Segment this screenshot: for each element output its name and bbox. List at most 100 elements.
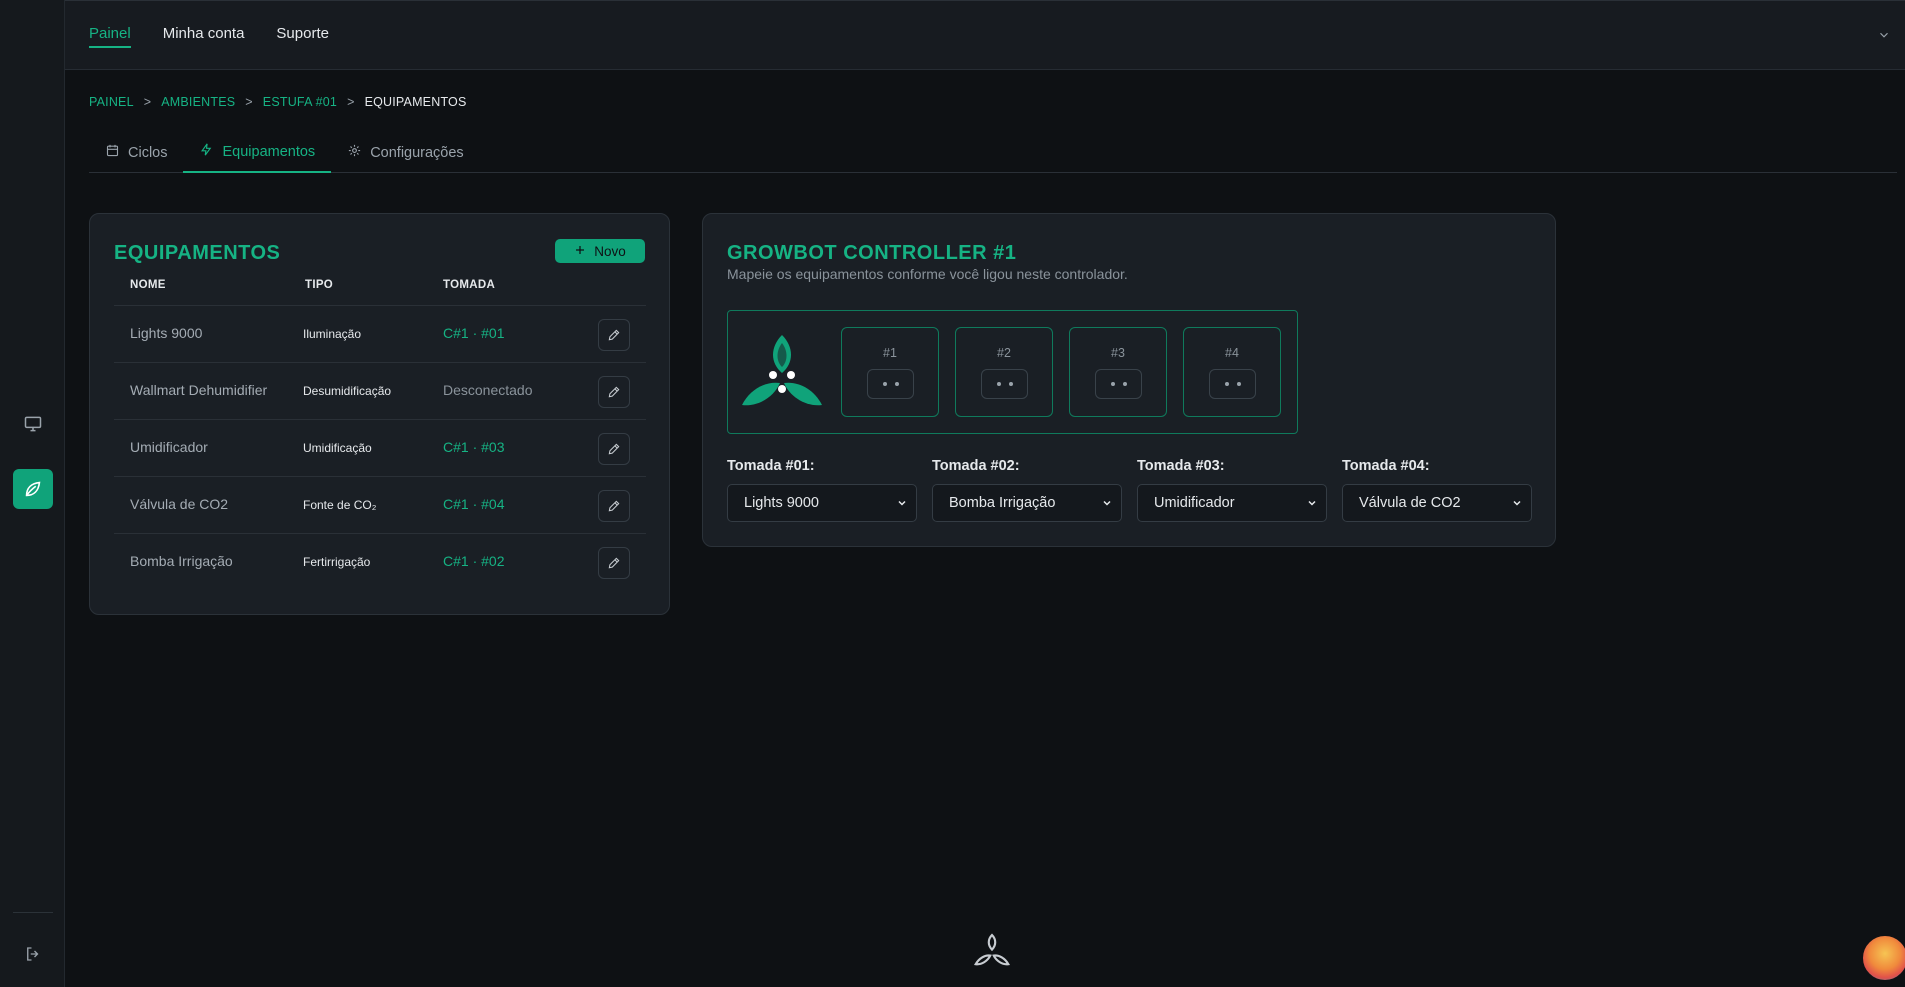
table-row[interactable]: Lights 9000 Iluminação C#1 · #01 bbox=[114, 305, 646, 362]
breadcrumb-current: EQUIPAMENTOS bbox=[364, 95, 467, 109]
table-row[interactable]: Válvula de CO2 Fonte de CO₂ C#1 · #04 bbox=[114, 476, 646, 533]
row-type: Umidificação bbox=[303, 441, 372, 455]
row-type: Desumidificação bbox=[303, 384, 392, 398]
chevron-down-icon[interactable] bbox=[1877, 28, 1891, 47]
nav-suporte[interactable]: Suporte bbox=[276, 25, 329, 48]
socket-3: #3 bbox=[1069, 327, 1167, 417]
edit-button[interactable] bbox=[598, 490, 630, 522]
bolt-icon bbox=[199, 142, 214, 161]
row-name: Válvula de CO2 bbox=[130, 496, 229, 512]
breadcrumb-painel[interactable]: PAINEL bbox=[89, 95, 134, 109]
controller-card: GROWBOT CONTROLLER #1 Mapeie os equipame… bbox=[702, 213, 1556, 547]
edit-button[interactable] bbox=[598, 547, 630, 579]
breadcrumb-separator: > bbox=[143, 95, 152, 109]
breadcrumb: PAINEL > AMBIENTES > ESTUFA #01 > EQUIPA… bbox=[89, 95, 467, 109]
header-tomada: TOMADA bbox=[443, 279, 496, 291]
table-row[interactable]: Umidificador Umidificação C#1 · #03 bbox=[114, 419, 646, 476]
socket-number: #3 bbox=[1111, 346, 1125, 360]
tab-equipamentos[interactable]: Equipamentos bbox=[183, 132, 332, 173]
monitor-icon[interactable] bbox=[13, 404, 53, 444]
controller-diagram: #1 #2 #3 #4 bbox=[727, 310, 1298, 434]
table-row[interactable]: Bomba Irrigação Fertirrigação C#1 · #02 bbox=[114, 533, 646, 590]
row-socket: C#1 · #01 bbox=[443, 325, 505, 341]
row-name: Lights 9000 bbox=[130, 325, 203, 341]
user-avatar[interactable] bbox=[1861, 934, 1905, 982]
socket-select-group-3: Tomada #03: Umidificador bbox=[1137, 458, 1327, 522]
socket-plug bbox=[867, 369, 914, 399]
header-nome: NOME bbox=[130, 279, 166, 291]
new-equipment-label: Novo bbox=[594, 243, 626, 259]
breadcrumb-estufa[interactable]: ESTUFA #01 bbox=[263, 95, 337, 109]
tab-ciclos-label: Ciclos bbox=[128, 144, 168, 161]
edit-button[interactable] bbox=[598, 319, 630, 351]
socket-select-label: Tomada #03: bbox=[1137, 458, 1225, 474]
socket-select-label: Tomada #02: bbox=[932, 458, 1020, 474]
top-bar: Painel Minha conta Suporte bbox=[65, 0, 1905, 70]
breadcrumb-ambientes[interactable]: AMBIENTES bbox=[161, 95, 235, 109]
nav-minha-conta[interactable]: Minha conta bbox=[163, 25, 245, 48]
tab-ciclos[interactable]: Ciclos bbox=[89, 132, 183, 173]
new-equipment-button[interactable]: Novo bbox=[555, 239, 645, 263]
footer-logo bbox=[974, 932, 1010, 973]
sidebar-divider bbox=[13, 912, 53, 913]
row-type: Iluminação bbox=[303, 327, 362, 341]
controller-subtitle: Mapeie os equipamentos conforme você lig… bbox=[727, 266, 1128, 282]
row-name: Wallmart Dehumidifier bbox=[130, 382, 268, 398]
tab-equipamentos-label: Equipamentos bbox=[222, 143, 316, 160]
socket-number: #4 bbox=[1225, 346, 1239, 360]
socket-plug bbox=[1095, 369, 1142, 399]
socket-select-label: Tomada #01: bbox=[727, 458, 815, 474]
breadcrumb-separator: > bbox=[347, 95, 355, 109]
table-row[interactable]: Wallmart Dehumidifier Desumidificação De… bbox=[114, 362, 646, 419]
socket-1: #1 bbox=[841, 327, 939, 417]
row-type: Fonte de CO₂ bbox=[303, 498, 377, 512]
pencil-icon bbox=[608, 557, 620, 569]
tab-bar: Ciclos Equipamentos Configurações bbox=[89, 132, 1897, 173]
row-name: Umidificador bbox=[130, 439, 208, 455]
growbot-logo bbox=[740, 333, 824, 411]
socket-select-3[interactable]: Umidificador bbox=[1137, 484, 1327, 522]
row-socket: C#1 · #03 bbox=[443, 439, 505, 455]
pencil-icon bbox=[608, 500, 620, 512]
header-tipo: TIPO bbox=[305, 279, 334, 291]
tab-configuracoes[interactable]: Configurações bbox=[331, 132, 480, 173]
edit-button[interactable] bbox=[598, 433, 630, 465]
pencil-icon bbox=[608, 443, 620, 455]
logout-icon[interactable] bbox=[13, 934, 53, 974]
socket-select-group-1: Tomada #01: Lights 9000 bbox=[727, 458, 917, 522]
row-socket: C#1 · #02 bbox=[443, 553, 505, 569]
edit-button[interactable] bbox=[598, 376, 630, 408]
gear-icon bbox=[347, 143, 362, 162]
controller-title: GROWBOT CONTROLLER #1 bbox=[727, 242, 1017, 264]
chevron-down-icon bbox=[1511, 497, 1523, 513]
socket-select-group-2: Tomada #02: Bomba Irrigação bbox=[932, 458, 1122, 522]
socket-select-2[interactable]: Bomba Irrigação bbox=[932, 484, 1122, 522]
chevron-down-icon bbox=[1306, 497, 1318, 513]
equipment-title: EQUIPAMENTOS bbox=[114, 242, 281, 264]
socket-select-label: Tomada #04: bbox=[1342, 458, 1430, 474]
sidebar bbox=[0, 0, 65, 987]
row-socket: C#1 · #04 bbox=[443, 496, 505, 512]
pencil-icon bbox=[608, 329, 620, 341]
select-value: Válvula de CO2 bbox=[1359, 495, 1461, 511]
equipment-card: EQUIPAMENTOS Novo NOME TIPO TOMADA Light… bbox=[89, 213, 670, 615]
chevron-down-icon bbox=[1101, 497, 1113, 513]
top-nav: Painel Minha conta Suporte bbox=[89, 25, 329, 48]
row-name: Bomba Irrigação bbox=[130, 553, 233, 569]
select-value: Umidificador bbox=[1154, 495, 1235, 511]
socket-4: #4 bbox=[1183, 327, 1281, 417]
select-value: Bomba Irrigação bbox=[949, 495, 1056, 511]
socket-2: #2 bbox=[955, 327, 1053, 417]
socket-select-4[interactable]: Válvula de CO2 bbox=[1342, 484, 1532, 522]
socket-select-group-4: Tomada #04: Válvula de CO2 bbox=[1342, 458, 1532, 522]
leaf-icon[interactable] bbox=[13, 469, 53, 509]
nav-painel[interactable]: Painel bbox=[89, 25, 131, 48]
select-value: Lights 9000 bbox=[744, 495, 819, 511]
row-socket: Desconectado bbox=[443, 382, 533, 398]
socket-select-1[interactable]: Lights 9000 bbox=[727, 484, 917, 522]
socket-plug bbox=[1209, 369, 1256, 399]
socket-plug bbox=[981, 369, 1028, 399]
calendar-icon bbox=[105, 143, 120, 162]
row-type: Fertirrigação bbox=[303, 555, 371, 569]
tab-configuracoes-label: Configurações bbox=[370, 144, 464, 161]
